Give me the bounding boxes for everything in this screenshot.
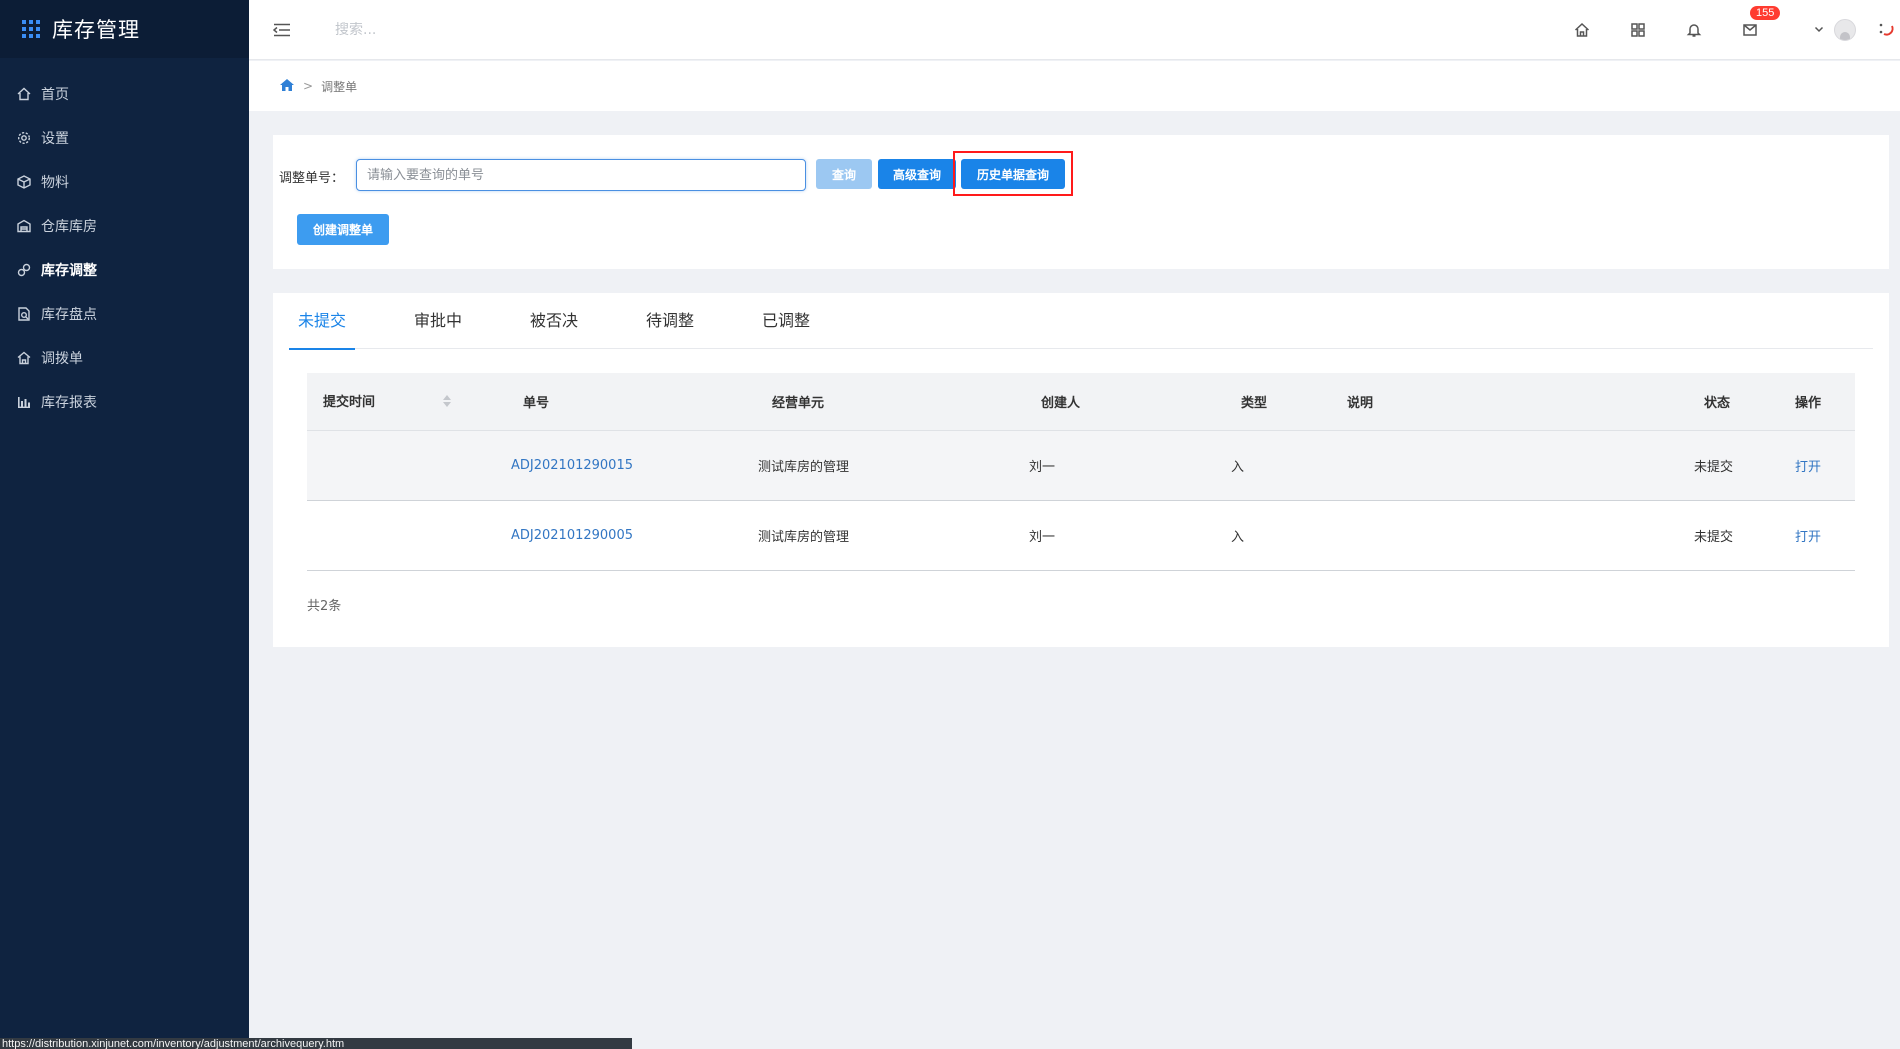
sidebar-item-stock-check[interactable]: 库存盘点 bbox=[0, 292, 249, 336]
cell-business-unit: 测试库房的管理 bbox=[758, 459, 850, 475]
global-search-input[interactable] bbox=[335, 21, 595, 38]
home-icon[interactable] bbox=[1554, 0, 1610, 60]
app-title: 库存管理 bbox=[52, 18, 140, 42]
tab-rejected[interactable]: 被否决 bbox=[521, 293, 587, 349]
query-button[interactable]: 查询 bbox=[816, 159, 872, 189]
total-count: 共2条 bbox=[307, 599, 342, 614]
col-header-business-unit: 经营单元 bbox=[751, 373, 1009, 431]
col-header-action: 操作 bbox=[1763, 373, 1855, 431]
bell-icon[interactable] bbox=[1666, 0, 1722, 60]
sidebar-item-stock-report[interactable]: 库存报表 bbox=[0, 380, 249, 424]
sidebar-item-warehouse[interactable]: 仓库库房 bbox=[0, 204, 249, 248]
cell-type: 入 bbox=[1231, 529, 1245, 545]
order-number-link[interactable]: ADJ202101290015 bbox=[511, 458, 633, 473]
breadcrumb: > 调整单 bbox=[249, 61, 1900, 111]
top-icons: 155 bbox=[1554, 0, 1900, 60]
list-panel: 未提交 审批中 被否决 待调整 已调整 提交时间 单号 经营单元 创建人 类型 … bbox=[273, 293, 1889, 647]
brand: 库存管理 bbox=[0, 0, 249, 58]
col-header-label: 提交时间 bbox=[323, 395, 376, 410]
sidebar-item-transfer[interactable]: 调拨单 bbox=[0, 336, 249, 380]
tab-pending-adjustment[interactable]: 待调整 bbox=[637, 293, 703, 349]
cell-type: 入 bbox=[1231, 459, 1245, 475]
status-bar-url: https://distribution.xinjunet.com/invent… bbox=[0, 1038, 632, 1049]
mail-icon[interactable]: 155 bbox=[1722, 0, 1781, 60]
create-adjustment-button[interactable]: 创建调整单 bbox=[297, 214, 389, 245]
col-header-status: 状态 bbox=[1666, 373, 1763, 431]
warehouse-icon bbox=[17, 219, 31, 233]
sidebar-nav: 首页 设置 物料 仓库库房 库存调整 库存盘点 调拨单 库存报表 bbox=[0, 58, 249, 424]
chevron-down-icon bbox=[1814, 22, 1824, 38]
app-grid-icon[interactable] bbox=[22, 20, 40, 38]
breadcrumb-separator: > bbox=[303, 79, 314, 93]
loading-spinner-icon bbox=[1870, 0, 1900, 60]
transfer-icon bbox=[17, 351, 31, 365]
open-link[interactable]: 打开 bbox=[1795, 460, 1821, 475]
apps-grid-icon[interactable] bbox=[1610, 0, 1666, 60]
sort-icon[interactable] bbox=[442, 394, 452, 412]
notification-badge: 155 bbox=[1750, 6, 1781, 20]
table-row: ADJ202101290005 测试库房的管理 刘一 入 未提交 打开 bbox=[307, 500, 1855, 570]
top-bar: 155 bbox=[249, 0, 1900, 60]
sidebar-item-label: 库存报表 bbox=[41, 395, 97, 411]
cell-description bbox=[1332, 500, 1666, 570]
sidebar: 库存管理 首页 设置 物料 仓库库房 库存调整 库存盘点 调拨单 库存报表 bbox=[0, 0, 249, 1049]
adjust-icon bbox=[17, 263, 31, 277]
bar-chart-icon bbox=[17, 395, 31, 409]
cell-creator: 刘一 bbox=[1029, 529, 1056, 545]
sidebar-item-label: 仓库库房 bbox=[41, 219, 97, 235]
tab-adjusted[interactable]: 已调整 bbox=[753, 293, 819, 349]
order-number-label: 调整单号： bbox=[279, 171, 345, 186]
col-header-creator: 创建人 bbox=[1009, 373, 1203, 431]
search-panel: 调整单号： 查询 高级查询 历史单据查询 创建调整单 bbox=[273, 135, 1889, 269]
sidebar-item-materials[interactable]: 物料 bbox=[0, 160, 249, 204]
col-header-description: 说明 bbox=[1332, 373, 1666, 431]
sidebar-item-home[interactable]: 首页 bbox=[0, 72, 249, 116]
sidebar-item-label: 物料 bbox=[41, 175, 69, 191]
sidebar-item-label: 库存盘点 bbox=[41, 307, 97, 323]
sidebar-item-stock-adjustment[interactable]: 库存调整 bbox=[0, 248, 249, 292]
breadcrumb-current: 调整单 bbox=[321, 79, 358, 94]
inventory-check-icon bbox=[17, 307, 31, 321]
advanced-query-button[interactable]: 高级查询 bbox=[878, 159, 956, 189]
sidebar-item-label: 设置 bbox=[41, 131, 69, 147]
cell-status: 未提交 bbox=[1694, 459, 1734, 475]
cell-description bbox=[1332, 430, 1666, 500]
tab-in-approval[interactable]: 审批中 bbox=[405, 293, 471, 349]
gear-icon bbox=[17, 131, 31, 145]
cell-submit-time bbox=[307, 500, 507, 570]
open-link[interactable]: 打开 bbox=[1795, 530, 1821, 545]
cell-creator: 刘一 bbox=[1029, 459, 1056, 475]
order-number-input[interactable] bbox=[356, 159, 806, 191]
cell-submit-time bbox=[307, 430, 507, 500]
cell-status: 未提交 bbox=[1694, 529, 1734, 545]
table-row: ADJ202101290015 测试库房的管理 刘一 入 未提交 打开 bbox=[307, 430, 1855, 500]
sidebar-item-label: 调拨单 bbox=[41, 351, 83, 367]
user-menu[interactable] bbox=[1814, 19, 1856, 41]
sidebar-item-label: 首页 bbox=[41, 87, 69, 103]
cell-business-unit: 测试库房的管理 bbox=[758, 529, 850, 545]
breadcrumb-home-icon[interactable] bbox=[279, 78, 295, 95]
sidebar-item-settings[interactable]: 设置 bbox=[0, 116, 249, 160]
col-header-type: 类型 bbox=[1203, 373, 1332, 431]
home-icon bbox=[17, 87, 31, 101]
order-number-link[interactable]: ADJ202101290005 bbox=[511, 528, 633, 543]
sidebar-item-label: 库存调整 bbox=[41, 263, 97, 279]
status-tabs: 未提交 审批中 被否决 待调整 已调整 bbox=[289, 293, 1873, 350]
adjustment-table: 提交时间 单号 经营单元 创建人 类型 说明 状态 操作 ADJ20210129… bbox=[307, 373, 1855, 571]
table-header-row: 提交时间 单号 经营单元 创建人 类型 说明 状态 操作 bbox=[307, 373, 1855, 431]
col-header-number: 单号 bbox=[507, 373, 751, 431]
col-header-submit-time[interactable]: 提交时间 bbox=[307, 373, 507, 431]
avatar bbox=[1834, 19, 1856, 41]
tab-unsubmitted[interactable]: 未提交 bbox=[289, 293, 355, 350]
menu-toggle-icon[interactable] bbox=[271, 19, 293, 41]
history-query-button[interactable]: 历史单据查询 bbox=[961, 159, 1065, 189]
cube-icon bbox=[17, 175, 31, 189]
